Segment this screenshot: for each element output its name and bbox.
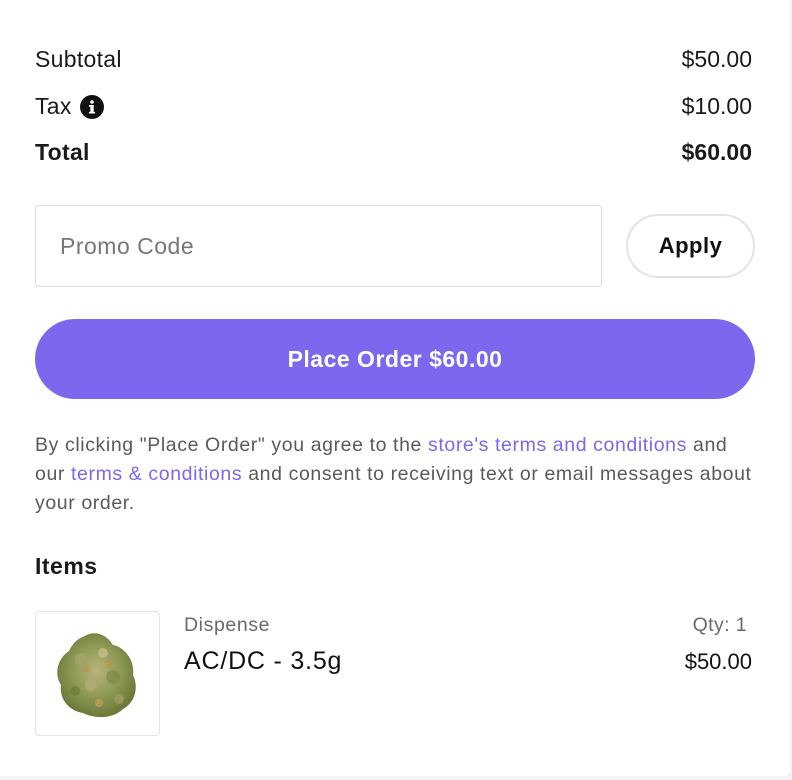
product-image[interactable] (35, 611, 160, 736)
subtotal-row: Subtotal $50.00 (35, 46, 752, 73)
tax-value: $10.00 (681, 93, 752, 119)
legal-consent-text: By clicking "Place Order" you agree to t… (35, 431, 755, 518)
total-row: Total $60.00 (35, 139, 752, 166)
cannabis-flower-image (56, 632, 136, 717)
legal-prefix: By clicking "Place Order" you agree to t… (35, 434, 428, 456)
total-value: $60.00 (681, 139, 752, 165)
tax-label: Tax (35, 93, 72, 119)
item-brand: Dispense (184, 614, 271, 636)
item-quantity: Qty: 1 (692, 614, 747, 636)
store-terms-link[interactable]: store's terms and conditions (428, 434, 687, 456)
items-heading: Items (35, 553, 98, 579)
terms-conditions-link[interactable]: terms & conditions (71, 463, 242, 485)
tax-row: Tax $10.00 (35, 93, 752, 120)
place-order-button[interactable]: Place Order $60.00 (35, 319, 755, 399)
tax-label-group: Tax (35, 93, 104, 120)
subtotal-value: $50.00 (681, 46, 752, 72)
info-icon[interactable] (79, 94, 104, 119)
total-label: Total (35, 139, 90, 165)
item-name[interactable]: AC/DC - 3.5g (184, 647, 342, 676)
apply-promo-button[interactable]: Apply (626, 214, 755, 278)
subtotal-label: Subtotal (35, 46, 122, 72)
order-summary-card: Subtotal $50.00 Tax $10.00 Total $60.00 … (0, 0, 790, 776)
promo-code-input[interactable] (35, 205, 602, 287)
item-price: $50.00 (684, 649, 752, 674)
